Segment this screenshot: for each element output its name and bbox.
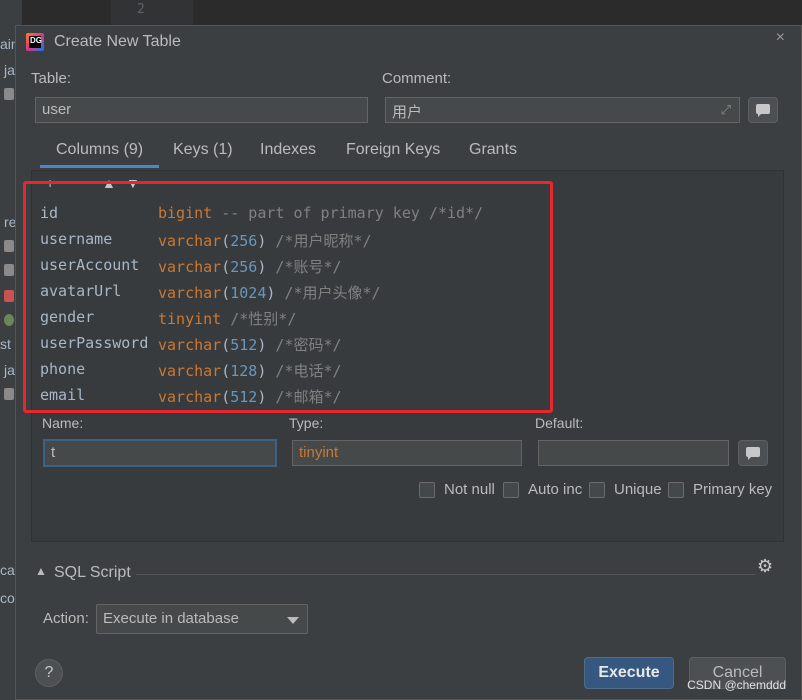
column-type: bigint -- part of primary key /*id*/ <box>158 204 484 222</box>
chevron-down-icon <box>287 617 299 624</box>
column-type: varchar(1024) /*用户头像*/ <box>158 284 381 302</box>
editor-area <box>193 0 802 25</box>
column-comment: /*账号*/ <box>266 258 342 276</box>
column-name: userAccount <box>40 256 140 274</box>
column-length: 256 <box>230 258 258 276</box>
not-null-label[interactable]: Not null <box>444 481 495 498</box>
expand-icon[interactable]: ⤢ <box>721 102 731 118</box>
section-divider <box>136 574 756 575</box>
create-table-dialog: DG Create New Table × Table: user Commen… <box>15 25 802 700</box>
action-label: Action: <box>43 610 89 627</box>
column-name-input[interactable]: t <box>43 439 277 467</box>
table-label: Table: <box>31 70 72 87</box>
editor-gutter <box>110 0 193 25</box>
column-name: gender <box>40 308 95 326</box>
column-type: varchar(128) /*电话*/ <box>158 362 342 380</box>
dialog-titlebar[interactable]: DG Create New Table × <box>16 26 801 60</box>
collapse-triangle-icon[interactable]: ▲ <box>35 564 47 578</box>
column-length: 512 <box>230 336 258 354</box>
column-type: varchar(256) /*账号*/ <box>158 258 342 276</box>
column-comment: /*密码*/ <box>266 336 342 354</box>
tab-keys[interactable]: Keys (1) <box>173 141 233 159</box>
column-type: varchar(512) /*邮箱*/ <box>158 388 342 406</box>
add-icon[interactable]: + <box>46 175 54 191</box>
tab-columns[interactable]: Columns (9) <box>39 141 160 168</box>
column-name: phone <box>40 360 86 378</box>
action-select[interactable]: Execute in database <box>96 604 308 634</box>
help-button[interactable]: ? <box>35 659 63 687</box>
gear-icon[interactable]: ⚙ <box>757 556 773 577</box>
datagrip-app-icon: DG <box>26 33 44 51</box>
column-name: email <box>40 386 86 404</box>
file-icon <box>4 240 14 252</box>
comment-label: Comment: <box>382 70 452 87</box>
spring-icon <box>4 314 14 326</box>
close-icon[interactable]: × <box>776 29 785 47</box>
column-name: username <box>40 230 113 248</box>
comment-value: 用户 <box>392 104 423 121</box>
column-comment: /*邮箱*/ <box>266 388 342 406</box>
primary-key-checkbox[interactable] <box>668 482 684 498</box>
file-icon <box>4 264 14 276</box>
line-number: 2 <box>137 2 145 17</box>
remove-icon[interactable]: − <box>74 175 82 191</box>
column-comment: /*性别*/ <box>221 310 297 328</box>
column-name: userPassword <box>40 334 149 352</box>
file-icon <box>4 88 14 100</box>
tab-indexes[interactable]: Indexes <box>260 141 316 159</box>
primary-key-label[interactable]: Primary key <box>693 481 772 498</box>
column-comment: /*用户头像*/ <box>275 284 381 302</box>
unique-label[interactable]: Unique <box>614 481 662 498</box>
column-comment: -- part of primary key /*id*/ <box>212 204 484 222</box>
tree-item-fragment[interactable]: ja <box>4 362 15 378</box>
table-name-input[interactable]: user <box>35 97 368 123</box>
not-null-checkbox[interactable] <box>419 482 435 498</box>
tab-grants[interactable]: Grants <box>469 141 517 159</box>
auto-inc-label[interactable]: Auto inc <box>528 481 582 498</box>
auto-inc-checkbox[interactable] <box>503 482 519 498</box>
action-value: Execute in database <box>103 610 239 627</box>
default-label: Default: <box>535 415 584 431</box>
comment-input[interactable]: 用户 ⤢ <box>385 97 740 123</box>
column-length: 128 <box>230 362 258 380</box>
column-length: 256 <box>230 232 258 250</box>
tree-item-fragment[interactable]: ja <box>4 62 15 78</box>
column-length: 1024 <box>230 284 267 302</box>
column-name: id <box>40 204 59 222</box>
column-comment: /*电话*/ <box>266 362 342 380</box>
dialog-title: Create New Table <box>54 33 181 50</box>
column-type: tinyint /*性别*/ <box>158 310 297 328</box>
tab-foreign-keys[interactable]: Foreign Keys <box>346 141 440 159</box>
name-label: Name: <box>42 415 84 431</box>
default-chat-icon[interactable] <box>738 440 768 466</box>
tree-item-fragment[interactable]: ca <box>0 562 15 578</box>
column-type-input[interactable]: tinyint <box>292 440 522 466</box>
column-length: 512 <box>230 388 258 406</box>
watermark: CSDN @chemddd <box>687 678 786 692</box>
column-comment: /*用户昵称*/ <box>266 232 372 250</box>
execute-button[interactable]: Execute <box>584 657 674 689</box>
file-icon <box>4 388 14 400</box>
maven-icon <box>4 290 14 302</box>
comment-chat-icon[interactable] <box>748 97 778 123</box>
move-down-icon[interactable]: ▼ <box>126 175 140 191</box>
column-name: avatarUrl <box>40 282 122 300</box>
move-up-icon[interactable]: ▲ <box>102 175 116 191</box>
unique-checkbox[interactable] <box>589 482 605 498</box>
sql-script-toggle[interactable]: SQL Script <box>54 564 131 582</box>
default-value-input[interactable] <box>538 440 729 466</box>
column-type: varchar(256) /*用户昵称*/ <box>158 232 372 250</box>
type-label: Type: <box>289 415 324 431</box>
tree-item-fragment[interactable]: st <box>0 336 11 352</box>
column-type: varchar(512) /*密码*/ <box>158 336 342 354</box>
